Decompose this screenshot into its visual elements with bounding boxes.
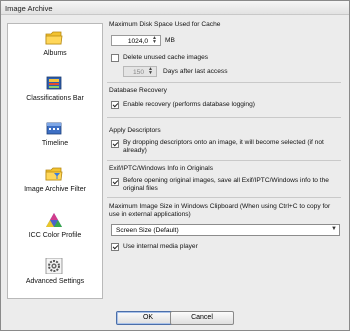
cache-size-unit: MB (165, 37, 175, 44)
descriptors-section-title: Apply Descriptors (109, 127, 161, 134)
sidebar-item-label: Advanced Settings (25, 278, 85, 285)
divider (107, 117, 341, 118)
chevron-down-icon[interactable]: ▼ (331, 226, 337, 232)
sidebar-item-timeline[interactable]: Timeline (8, 118, 102, 158)
settings-sidebar: Albums Classifications Bar Timeline Imag… (7, 23, 103, 299)
divider (107, 197, 341, 198)
descriptors-select-checkbox[interactable] (111, 140, 119, 148)
sidebar-item-advanced-settings[interactable]: Advanced Settings (8, 256, 102, 296)
color-triangle-icon (45, 212, 63, 228)
sidebar-item-classifications-bar[interactable]: Classifications Bar (8, 73, 102, 113)
gear-icon (45, 257, 63, 275)
delete-unused-cache-label: Delete unused cache images (123, 54, 209, 61)
sidebar-item-icc-color-profile[interactable]: ICC Color Profile (8, 210, 102, 250)
clipboard-section-title-line1: Maximum Image Size in Windows Clipboard … (109, 203, 331, 210)
timeline-icon (45, 120, 63, 136)
descriptors-option-line1: By dropping descriptors onto an image, i… (123, 139, 324, 146)
exif-section-title: Exif/IPTC/Windows Info in Originals (109, 165, 214, 172)
recovery-section-title: Database Recovery (109, 87, 167, 94)
settings-panel: Maximum Disk Space Used for Cache 1024,0… (107, 19, 341, 301)
enable-recovery-label: Enable recovery (performs database loggi… (123, 101, 255, 108)
exif-option-line2: original files (123, 185, 158, 192)
window-title: Image Archive (5, 4, 53, 13)
title-bar[interactable]: Image Archive (1, 1, 349, 15)
delete-unused-cache-checkbox[interactable] (111, 54, 119, 62)
exif-option-line1: Before opening original images, save all… (123, 177, 329, 184)
cache-size-stepper[interactable]: 1024,0 ▲ ▼ (111, 35, 161, 46)
cache-size-value: 1024,0 (127, 38, 148, 45)
image-archive-dialog: Image Archive Albums Classifications Bar… (0, 0, 350, 331)
classifications-icon (45, 75, 63, 91)
cache-section-title: Maximum Disk Space Used for Cache (109, 21, 221, 28)
descriptors-option-line2: already) (123, 147, 147, 154)
cancel-button[interactable]: Cancel (170, 311, 234, 325)
sidebar-item-albums[interactable]: Albums (8, 28, 102, 68)
enable-recovery-checkbox[interactable] (111, 101, 119, 109)
days-value: 150 (132, 69, 144, 76)
stepper-arrows-icon[interactable]: ▲ ▼ (150, 36, 159, 45)
sidebar-item-label: Albums (43, 50, 67, 57)
divider (107, 82, 341, 83)
clipboard-section-title-line2: use in external applications) (109, 211, 191, 218)
sidebar-item-label: ICC Color Profile (28, 232, 82, 239)
days-stepper[interactable]: 150 ▲ ▼ (123, 66, 157, 77)
internal-media-player-label: Use internal media player (123, 243, 198, 250)
internal-media-player-checkbox[interactable] (111, 243, 119, 251)
clipboard-size-value: Screen Size (Default) (116, 227, 179, 234)
filter-folder-icon (45, 166, 63, 182)
folder-icon (45, 30, 63, 46)
clipboard-size-select[interactable]: Screen Size (Default) ▼ (111, 224, 340, 236)
sidebar-item-image-archive-filter[interactable]: Image Archive Filter (8, 164, 102, 204)
exif-save-checkbox[interactable] (111, 178, 119, 186)
divider (107, 160, 341, 161)
sidebar-item-label: Classifications Bar (26, 95, 84, 102)
sidebar-item-label: Image Archive Filter (24, 186, 86, 193)
days-label: Days after last access (163, 68, 228, 75)
stepper-arrows-icon[interactable]: ▲ ▼ (146, 67, 155, 76)
sidebar-item-label: Timeline (41, 140, 69, 147)
